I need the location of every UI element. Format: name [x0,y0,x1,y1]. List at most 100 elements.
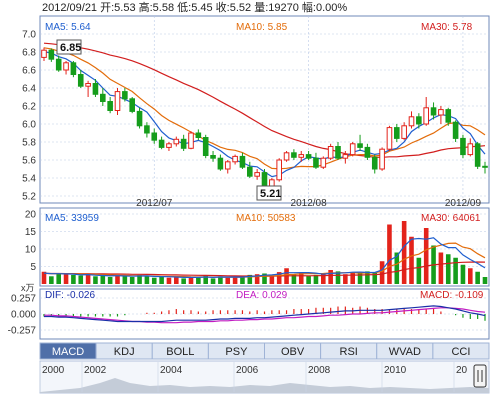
volume-ma30-label: MA30: 64061 [421,213,481,224]
candle-body [254,172,260,177]
candle-body [386,127,393,150]
candle-body [166,143,172,148]
candle-body [129,98,135,112]
candle-body [144,125,150,134]
price-y-axis: 7.0 6.8 6.6 6.4 6.2 6.0 5.8 5.6 5.4 5.2 [22,30,36,203]
macd-y-tick-label: 0.257 [11,294,36,305]
volume-bar [166,277,172,284]
volume-ma10-label: MA10: 50583 [236,213,296,224]
candle-body [482,165,488,168]
timeline-handle[interactable] [473,364,487,388]
timeline-year-label: 2008 [308,365,331,376]
volume-y-tick-label: 5 [30,262,36,273]
candle-body [291,152,297,158]
candle-body [202,137,209,156]
candle-body [92,83,99,95]
indicator-tab-label[interactable]: WVAD [389,346,421,358]
price-y-tick-label: 6.2 [22,102,36,113]
timeline-year-label: 20 [456,365,468,376]
candle-body [445,109,452,123]
volume-bar [482,277,488,284]
volume-bar [475,271,480,284]
volume-bar [438,252,444,284]
volume-bar [78,275,84,284]
volume-bar [379,261,385,284]
low-annotation: 5.21 [260,188,281,200]
candle-body [232,155,238,163]
candle-body [224,161,231,170]
candle-body [438,109,444,116]
candle-body [379,148,385,170]
volume-bar [269,275,275,284]
volume-bar [210,278,216,284]
volume-y-tick-label: 15 [25,227,37,238]
volume-bar [71,274,76,284]
price-ma5-label: MA5: 5.64 [45,22,91,33]
volume-bar [144,276,150,284]
macd-y-tick-label: -0.257 [8,326,37,337]
price-x-tick-label: 2012/07 [136,198,173,209]
volume-bar [372,272,378,284]
candle-body [195,132,202,138]
candle-body [460,137,466,156]
candle-body [335,146,341,159]
volume-bar [328,270,333,284]
price-y-tick-label: 5.6 [22,156,36,167]
candle-body [423,107,429,125]
volume-bar [100,275,106,284]
candle-body [173,138,180,145]
volume-bar [416,257,422,284]
price-y-tick-label: 6.6 [22,66,36,77]
volume-bar [49,276,54,284]
candle-body [357,143,363,148]
price-y-tick-label: 5.8 [22,138,36,149]
candle-body [180,138,187,149]
indicator-tab-label[interactable]: PSY [225,346,248,358]
candle-body [394,127,400,139]
indicator-tab-label[interactable]: BOLL [166,346,194,358]
candle-body [158,139,165,148]
price-y-tick-label: 6.0 [22,120,36,131]
indicator-tab-label[interactable]: RSI [340,346,358,358]
indicator-tab-label[interactable]: CCI [451,346,470,358]
candle-body [467,143,474,156]
candle-body [342,154,349,159]
candle-body [247,166,253,177]
candle-body [63,62,69,71]
price-ma30-label: MA30: 5.78 [421,22,473,33]
stock-chart-widget: 2012/09/21 开:5.53 高:5.58 低:5.45 收:5.52 量… [0,0,495,401]
volume-bar [423,228,429,284]
volume-bar [306,275,311,284]
chart-canvas: 2012/09/21 开:5.53 高:5.58 低:5.45 收:5.52 量… [8,0,490,394]
volume-bar [107,277,113,284]
volume-bar [196,277,201,284]
candle-body [430,107,437,116]
volume-bar [453,257,458,284]
indicator-tabs: MACD KDJ BOLL PSY OBV RSI WVAD CCI [39,342,490,360]
volume-bar [129,277,135,284]
candle-body [136,110,143,127]
price-x-tick-label: 2012/09 [445,198,482,209]
volume-bar [151,277,157,284]
macd-value-label: MACD: -0.109 [420,290,484,301]
volume-bar [401,221,407,284]
candle-body [305,154,312,159]
price-y-tick-label: 5.4 [22,174,36,185]
candle-body [416,116,422,125]
candle-body [320,157,327,168]
volume-bar [85,274,91,284]
indicator-tab-label[interactable]: MACD [52,346,84,358]
volume-bar [93,276,98,284]
timeline-year-label: 2010 [384,365,407,376]
volume-bar [63,274,69,284]
indicator-tab-label[interactable]: OBV [281,346,305,358]
candle-body [371,156,378,170]
candle-body [283,152,290,161]
volume-bar [468,268,473,284]
candle-body [100,93,106,103]
volume-bar [350,272,355,284]
quote-header: 2012/09/21 开:5.53 高:5.58 低:5.45 收:5.52 量… [42,0,347,14]
candle-body [55,58,62,71]
price-y-tick-label: 6.8 [22,48,36,59]
indicator-tab-label[interactable]: KDJ [114,346,135,358]
